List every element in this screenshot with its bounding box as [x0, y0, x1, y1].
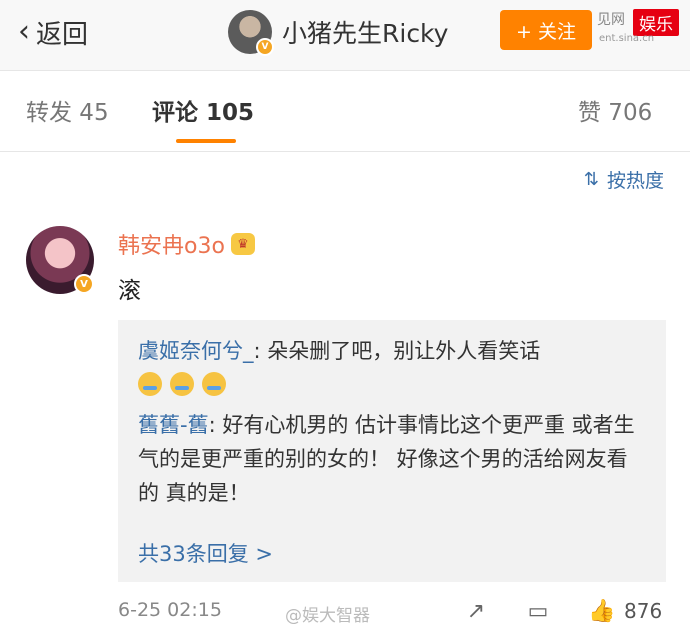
- author-name: 小猪先生Ricky: [282, 19, 449, 48]
- post-author[interactable]: V 小猪先生Ricky: [228, 8, 448, 56]
- follow-button[interactable]: + 关注: [500, 10, 592, 50]
- watermark: 见网 娱乐 ent.sina.cn: [597, 5, 687, 47]
- emoji-row: [138, 372, 226, 396]
- thumbs-up-icon[interactable]: 👍: [588, 597, 616, 625]
- reply-text: 朵朵删了吧，别让外人看笑话: [260, 339, 541, 363]
- comment-user-name: 韩安冉o3o: [118, 234, 225, 259]
- reply-item[interactable]: 舊舊-舊: 好有心机男的 估计事情比这个更严重 或者生气的是更严重的别的女的！ …: [138, 408, 648, 510]
- source-watermark: @娱大智器: [285, 606, 370, 626]
- comment-user[interactable]: 韩安冉o3o ♛: [118, 228, 255, 260]
- crying-emoji-icon: [202, 372, 226, 396]
- sort-icon: ⇅: [583, 169, 599, 190]
- avatar[interactable]: V: [228, 10, 274, 56]
- reply-user[interactable]: 舊舊-舊: [138, 413, 209, 437]
- watermark-badge: 娱乐: [633, 9, 679, 36]
- reply-box[interactable]: 虞姬奈何兮_: 朵朵删了吧，别让外人看笑话 舊舊-舊: 好有心机男的 估计事情比…: [118, 320, 666, 582]
- top-bar: ‹ 返回 V 小猪先生Ricky + 关注 见网 娱乐 ent.sina.cn: [0, 0, 690, 71]
- tab-like[interactable]: 赞 706: [578, 93, 652, 127]
- reply-icon[interactable]: ▭: [524, 597, 552, 625]
- share-icon[interactable]: ↗: [462, 597, 490, 625]
- reply-item[interactable]: 虞姬奈何兮_: 朵朵删了吧，别让外人看笑话: [138, 334, 648, 368]
- reply-user[interactable]: 虞姬奈何兮_: [138, 339, 254, 363]
- tab-comment[interactable]: 评论 105: [152, 93, 254, 127]
- reply-sep: :: [253, 339, 261, 363]
- watermark-prefix: 见网: [597, 12, 625, 28]
- like-count[interactable]: 876: [624, 599, 662, 623]
- vip-crown-icon: ♛: [230, 233, 255, 255]
- comment-time: 6-25 02:15: [118, 599, 222, 621]
- sort-toggle[interactable]: ⇅ 按热度: [584, 166, 664, 193]
- tab-repost[interactable]: 转发 45: [26, 93, 109, 127]
- crying-emoji-icon: [138, 372, 162, 396]
- comment-text: 滚: [118, 278, 141, 304]
- tab-indicator: [176, 139, 236, 143]
- verified-icon: V: [256, 38, 274, 56]
- comment-avatar[interactable]: V: [26, 226, 94, 294]
- back-button[interactable]: ‹ 返回: [18, 10, 88, 54]
- back-label: 返回: [36, 19, 89, 50]
- comment-footer: 6-25 02:15 @娱大智器 ↗ ▭ 👍 876: [0, 595, 690, 635]
- watermark-url: ent.sina.cn: [599, 33, 655, 44]
- crying-emoji-icon: [170, 372, 194, 396]
- verified-icon: V: [74, 274, 94, 294]
- tab-bar: 转发 45 评论 105 赞 706: [0, 71, 690, 152]
- chevron-left-icon: ‹: [18, 14, 30, 49]
- more-replies-link[interactable]: 共33条回复 >: [138, 538, 273, 568]
- sort-label: 按热度: [606, 170, 664, 192]
- reply-sep: :: [208, 413, 216, 437]
